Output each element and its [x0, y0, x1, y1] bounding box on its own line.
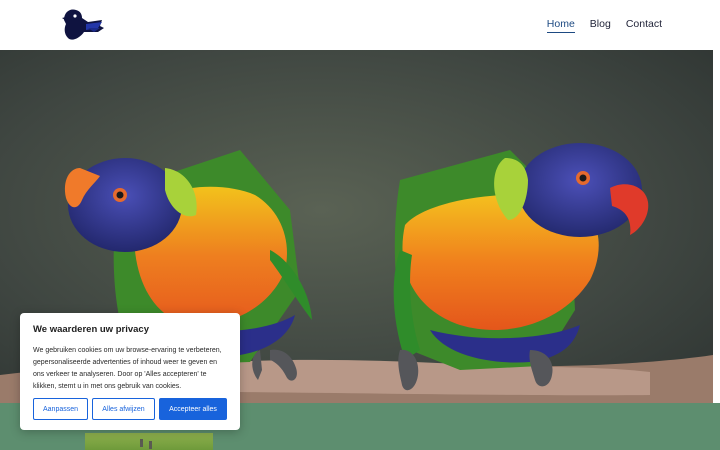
main-nav: Home Blog Contact [546, 18, 662, 33]
accept-all-button[interactable]: Accepteer alles [159, 398, 227, 420]
page: Home Blog Contact We waarderen uw privac… [0, 0, 720, 450]
cookie-title: We waarderen uw privacy [33, 324, 149, 335]
customize-button[interactable]: Aanpassen [33, 398, 88, 420]
crow-bird-logo-icon[interactable] [58, 4, 108, 44]
thumbnail-figure [140, 439, 143, 447]
article-thumbnail[interactable] [85, 433, 213, 450]
nav-home-link[interactable]: Home [546, 18, 575, 33]
thumbnail-figure [149, 441, 152, 449]
site-header: Home Blog Contact [0, 0, 720, 50]
nav-blog-link[interactable]: Blog [590, 18, 611, 33]
scrollbar-gap [713, 50, 720, 405]
reject-all-button[interactable]: Alles afwijzen [92, 398, 155, 420]
cookie-button-group: Aanpassen Alles afwijzen Accepteer alles [33, 398, 227, 420]
cookie-consent-banner: We waarderen uw privacy We gebruiken coo… [20, 313, 240, 430]
cookie-description: We gebruiken cookies om uw browse-ervari… [33, 347, 222, 390]
nav-contact-link[interactable]: Contact [626, 18, 662, 33]
